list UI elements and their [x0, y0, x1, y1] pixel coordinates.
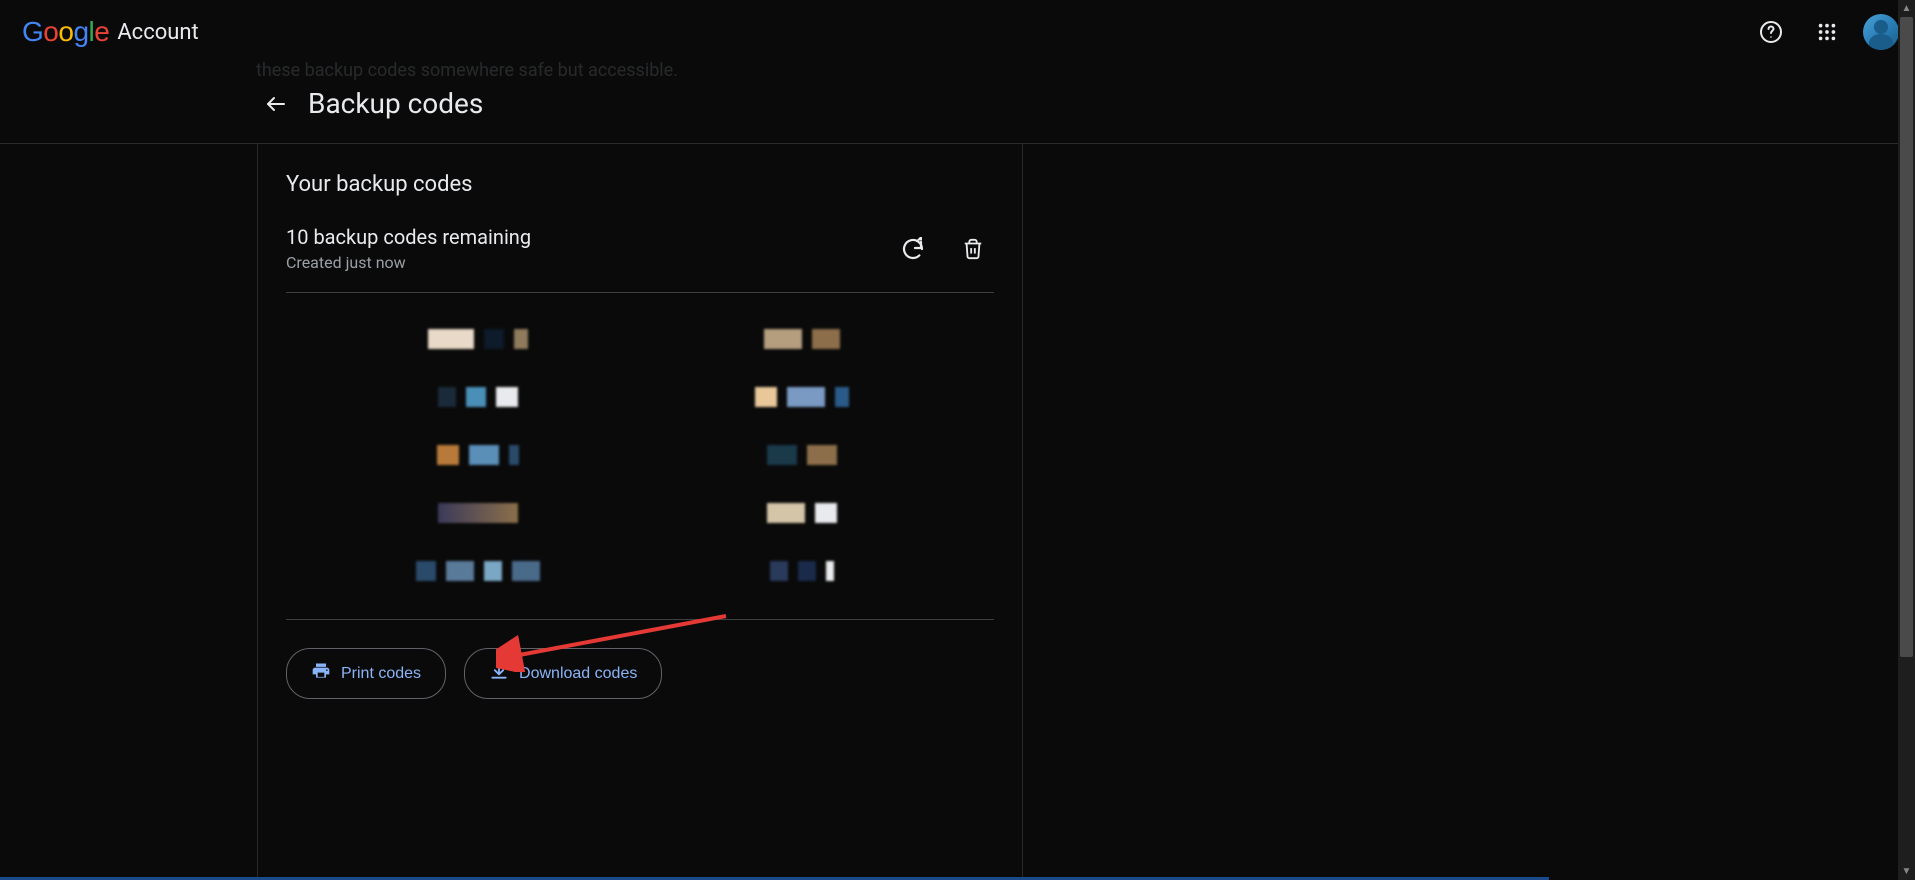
top-bar-actions — [1751, 12, 1899, 52]
page-title: Backup codes — [308, 87, 483, 120]
backup-code-redacted — [346, 445, 610, 467]
product-name: Account — [117, 20, 198, 45]
main-area: Your backup codes 10 backup codes remain… — [0, 144, 1915, 878]
refresh-codes-button[interactable] — [892, 228, 934, 270]
status-actions — [892, 228, 994, 270]
apps-icon[interactable] — [1807, 12, 1847, 52]
delete-codes-button[interactable] — [952, 228, 994, 270]
button-row: Print codes Download codes — [286, 620, 994, 727]
codes-remaining: 10 backup codes remaining — [286, 225, 531, 249]
download-label: Download codes — [519, 665, 637, 683]
backup-code-redacted — [346, 329, 610, 351]
scroll-thumb[interactable] — [1900, 17, 1913, 657]
account-avatar[interactable] — [1863, 14, 1899, 50]
download-codes-button[interactable]: Download codes — [464, 648, 662, 699]
created-time: Created just now — [286, 253, 531, 272]
download-icon — [489, 661, 509, 686]
backup-code-redacted — [670, 445, 934, 467]
print-codes-button[interactable]: Print codes — [286, 648, 446, 699]
backup-code-redacted — [670, 561, 934, 583]
scroll-up-button[interactable]: ▲ — [1898, 0, 1915, 17]
sub-header: these backup codes somewhere safe but ac… — [0, 64, 1915, 144]
backup-code-redacted — [670, 329, 934, 351]
scroll-down-button[interactable]: ▼ — [1898, 863, 1915, 880]
google-logo: Google — [22, 16, 109, 48]
vertical-scrollbar[interactable]: ▲ ▼ — [1898, 0, 1915, 880]
backup-code-redacted — [346, 561, 610, 583]
backup-code-redacted — [346, 503, 610, 525]
status-text-group: 10 backup codes remaining Created just n… — [286, 225, 531, 272]
status-row: 10 backup codes remaining Created just n… — [286, 225, 994, 292]
backup-code-redacted — [670, 387, 934, 409]
top-bar: Google Account — [0, 0, 1915, 64]
backup-code-redacted — [346, 387, 610, 409]
intro-faded-text: these backup codes somewhere safe but ac… — [256, 60, 678, 81]
back-button[interactable] — [256, 84, 296, 124]
section-title: Your backup codes — [286, 172, 994, 197]
backup-code-redacted — [670, 503, 934, 525]
backup-codes-panel: Your backup codes 10 backup codes remain… — [257, 144, 1023, 878]
help-icon[interactable] — [1751, 12, 1791, 52]
print-label: Print codes — [341, 665, 421, 683]
codes-grid — [286, 293, 994, 619]
brand: Google Account — [16, 16, 199, 48]
print-icon — [311, 661, 331, 686]
